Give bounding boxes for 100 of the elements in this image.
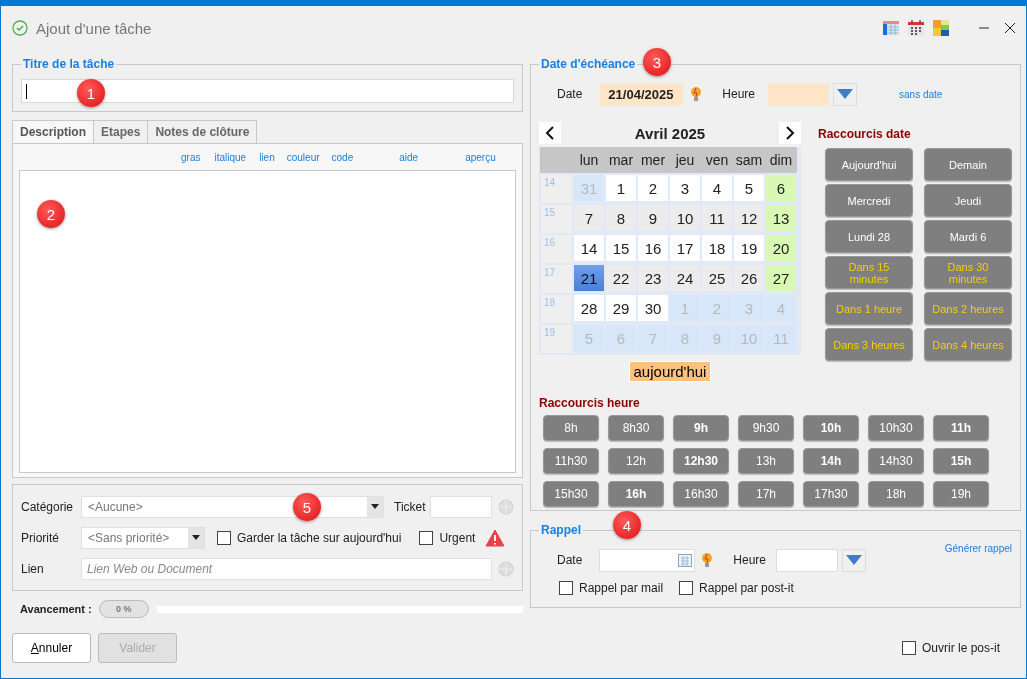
time-shortcut-button[interactable]: 8h30 <box>608 415 664 441</box>
time-field[interactable] <box>767 82 830 106</box>
calendar-day[interactable]: 5 <box>734 175 764 201</box>
time-shortcut-button[interactable]: 12h <box>608 448 664 474</box>
calendar-day[interactable]: 4 <box>702 175 732 201</box>
format-link[interactable]: lien <box>259 151 275 163</box>
time-shortcut-button[interactable]: 9h <box>673 415 729 441</box>
time-dropdown-button[interactable] <box>833 82 858 106</box>
format-link[interactable]: aperçu <box>465 151 496 163</box>
calendar-day[interactable]: 1 <box>606 175 636 201</box>
calendar-day[interactable]: 12 <box>734 205 764 231</box>
date-shortcut-button[interactable]: Demain <box>924 148 1012 181</box>
calendar-day[interactable]: 20 <box>766 235 796 261</box>
calendar-day[interactable]: 2 <box>638 175 668 201</box>
generate-reminder-link[interactable]: Générer rappel <box>944 543 1012 554</box>
calendar-day[interactable]: 13 <box>766 205 796 231</box>
time-shortcut-button[interactable]: 19h <box>933 481 989 507</box>
close-icon[interactable] <box>1004 22 1016 34</box>
date-shortcut-button[interactable]: Dans 1 heure <box>825 292 913 325</box>
lightbulb-icon[interactable] <box>701 551 714 569</box>
today-button[interactable]: aujourd'hui <box>628 361 712 382</box>
time-shortcut-button[interactable]: 11h30 <box>543 448 599 474</box>
calendar-day[interactable]: 30 <box>638 295 668 321</box>
reminder-time-field[interactable] <box>776 548 839 572</box>
time-shortcut-button[interactable]: 16h30 <box>673 481 729 507</box>
calendar-day[interactable]: 22 <box>606 265 636 291</box>
calendar-day[interactable]: 28 <box>574 295 604 321</box>
time-shortcut-button[interactable]: 11h <box>933 415 989 441</box>
format-link[interactable]: gras <box>181 151 201 163</box>
calendar-day[interactable]: 21 <box>574 265 604 291</box>
lightbulb-icon[interactable] <box>690 85 703 103</box>
calendar-day[interactable]: 8 <box>606 205 636 231</box>
calendar-icon[interactable] <box>908 20 924 36</box>
format-link[interactable]: italique <box>214 151 247 163</box>
calendar-day[interactable]: 6 <box>766 175 796 201</box>
calendar-day[interactable]: 25 <box>702 265 732 291</box>
time-shortcut-button[interactable]: 15h30 <box>543 481 599 507</box>
time-shortcut-button[interactable]: 14h <box>803 448 859 474</box>
calendar-day[interactable]: 17 <box>670 235 700 261</box>
date-field[interactable]: 21/04/2025 <box>599 82 685 106</box>
calendar-day[interactable]: 18 <box>702 235 732 261</box>
time-shortcut-button[interactable]: 14h30 <box>868 448 924 474</box>
title-field[interactable] <box>21 79 514 103</box>
date-shortcut-button[interactable]: Dans 30 minutes <box>924 256 1012 289</box>
checkbox[interactable] <box>559 581 573 595</box>
date-shortcut-button[interactable]: Dans 2 heures <box>924 292 1012 325</box>
color-grid-icon[interactable] <box>933 20 949 36</box>
date-shortcut-button[interactable]: Mercredi <box>825 184 913 217</box>
date-shortcut-button[interactable]: Lundi 28 <box>825 220 913 253</box>
tab[interactable]: Description <box>12 120 94 143</box>
reminder-date-field[interactable] <box>599 548 696 572</box>
time-shortcut-button[interactable]: 17h <box>738 481 794 507</box>
format-link[interactable]: code <box>331 151 354 163</box>
calendar-day[interactable]: 9 <box>638 205 668 231</box>
date-shortcut-button[interactable]: Jeudi <box>924 184 1012 217</box>
checkbox[interactable] <box>419 530 434 545</box>
checkbox[interactable] <box>679 581 694 595</box>
time-shortcut-button[interactable]: 8h <box>543 415 599 441</box>
date-shortcut-button[interactable]: Dans 15 minutes <box>825 256 913 289</box>
time-shortcut-button[interactable]: 13h <box>738 448 794 474</box>
date-shortcut-button[interactable]: Mardi 6 <box>924 220 1012 253</box>
date-shortcut-button[interactable]: Dans 3 heures <box>825 328 913 361</box>
calendar-day[interactable]: 27 <box>766 265 796 291</box>
time-shortcut-button[interactable]: 12h30 <box>673 448 729 474</box>
calendar-day[interactable]: 7 <box>574 205 604 231</box>
tab[interactable]: Notes de clôture <box>147 120 258 143</box>
priority-dropdown[interactable]: <Sans priorité> <box>81 526 205 549</box>
cancel-button[interactable]: Annuler <box>12 633 91 663</box>
checkbox[interactable] <box>217 530 231 545</box>
calendar-day[interactable]: 23 <box>638 265 668 291</box>
no-date-link[interactable]: sans date <box>899 88 943 100</box>
time-shortcut-button[interactable]: 9h30 <box>738 415 794 441</box>
calendar-day[interactable]: 3 <box>670 175 700 201</box>
time-shortcut-button[interactable]: 16h <box>608 481 664 507</box>
checkbox-label: Urgent <box>439 530 476 545</box>
table-icon[interactable] <box>883 21 899 35</box>
format-link[interactable]: couleur <box>286 151 320 163</box>
calendar-day[interactable]: 14 <box>574 235 604 261</box>
calendar-day[interactable]: 10 <box>670 205 700 231</box>
calendar-day[interactable]: 19 <box>734 235 764 261</box>
calendar-day[interactable]: 24 <box>670 265 700 291</box>
time-dropdown-button[interactable] <box>842 548 867 572</box>
link-field[interactable]: Lien Web ou Document <box>81 557 492 580</box>
previous-month-button[interactable] <box>539 122 561 144</box>
date-shortcut-button[interactable]: Dans 4 heures <box>924 328 1012 361</box>
ticket-field[interactable] <box>429 495 492 518</box>
checkbox[interactable] <box>901 641 916 655</box>
date-shortcut-button[interactable]: Aujourd'hui <box>825 148 913 181</box>
format-link[interactable]: aide <box>399 151 419 163</box>
time-shortcut-button[interactable]: 18h <box>868 481 924 507</box>
calendar-day[interactable]: 11 <box>702 205 732 231</box>
time-shortcut-button[interactable]: 15h <box>933 448 989 474</box>
calendar-day[interactable]: 15 <box>606 235 636 261</box>
calendar-day[interactable]: 26 <box>734 265 764 291</box>
time-shortcut-button[interactable]: 17h30 <box>803 481 859 507</box>
calendar-day[interactable]: 16 <box>638 235 668 261</box>
time-shortcut-button[interactable]: 10h30 <box>868 415 924 441</box>
calendar-day[interactable]: 29 <box>606 295 636 321</box>
next-month-button[interactable] <box>779 122 801 144</box>
time-shortcut-button[interactable]: 10h <box>803 415 859 441</box>
